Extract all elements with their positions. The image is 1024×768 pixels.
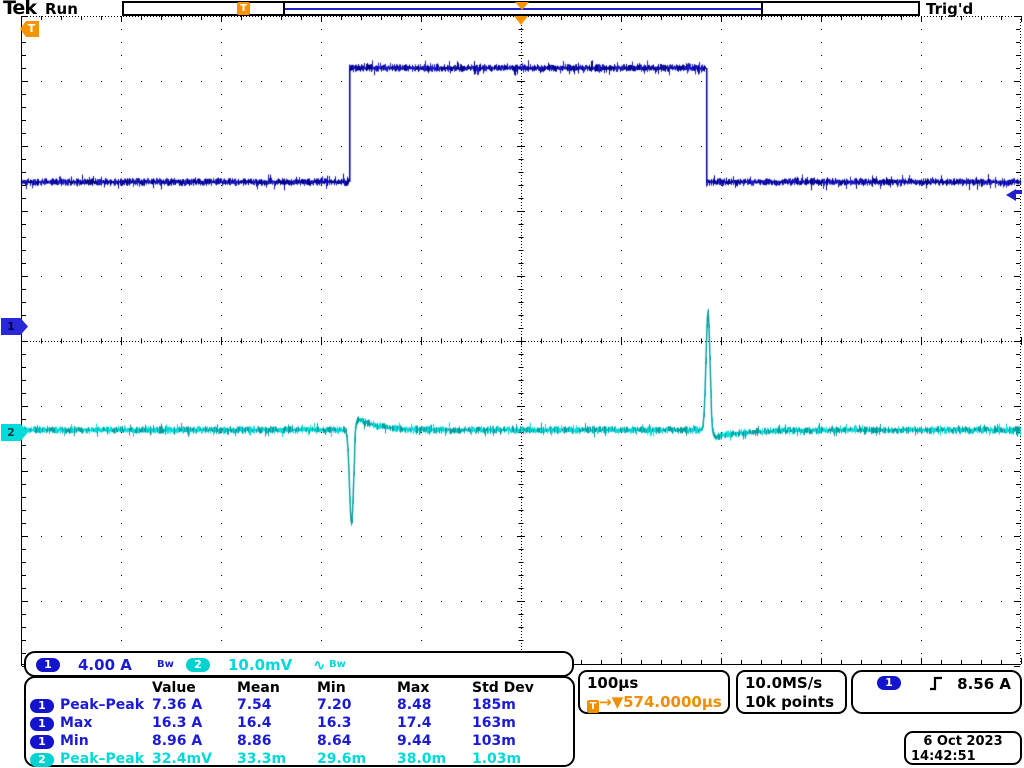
time-readout: 14:42:51: [906, 749, 1020, 764]
meas-cell-max: 9.44: [397, 733, 472, 751]
tek-logo: Tek: [3, 0, 36, 19]
measurement-grid: Value Mean Min Max Std Dev 1Peak–Peak7.3…: [26, 678, 573, 768]
meas-cell-std: 1.03m: [472, 751, 573, 768]
channel1-badge: 1: [36, 658, 60, 672]
acquisition-status: Run: [45, 0, 78, 18]
trigger-level-value: 8.56 A: [957, 675, 1011, 693]
delay-arrow-icon: →▼: [599, 693, 623, 711]
delay-value: 574.0000µs: [623, 693, 722, 711]
channel2-badge: 2: [186, 658, 210, 672]
meas-cell-mean: 8.86: [237, 733, 317, 751]
trigger-source-badge: 1: [877, 676, 901, 690]
channel2-bandwidth-icon: Bw: [329, 659, 346, 670]
record-length: 10k points: [745, 693, 834, 711]
meas-cell-name: Min: [60, 733, 152, 751]
expansion-point-icon: [514, 16, 528, 25]
meas-cell-name: Peak–Peak: [60, 697, 152, 715]
channel1-scale: 4.00 A: [78, 656, 132, 674]
record-expansion-point-icon: [515, 2, 529, 10]
record-trigger-position-icon: T: [237, 2, 250, 15]
meas-cell-min: 7.20: [317, 697, 397, 715]
meas-cell-value: 8.96 A: [152, 733, 237, 751]
meas-header-mean: Mean: [237, 680, 317, 697]
meas-cell-min: 29.6m: [317, 751, 397, 768]
meas-row-channel-badge: 2: [30, 751, 60, 768]
measurement-table: Value Mean Min Max Std Dev 1Peak–Peak7.3…: [24, 676, 575, 767]
meas-cell-mean: 16.4: [237, 715, 317, 733]
trigger-level-arrow-icon: [1006, 186, 1016, 205]
meas-cell-std: 103m: [472, 733, 573, 751]
timebase-scale: 100µs: [587, 674, 638, 692]
rising-edge-icon: [929, 675, 943, 696]
meas-cell-value: 32.4mV: [152, 751, 237, 768]
acquisition-readout-box: 10.0MS/s 10k points: [736, 670, 847, 714]
oscilloscope-screen: Tek Run Trig'd T T 1 2 1 4.00 A Bw 2 10.…: [0, 0, 1024, 768]
meas-header-value: Value: [152, 680, 237, 697]
meas-cell-std: 163m: [472, 715, 573, 733]
meas-cell-name: Max: [60, 715, 152, 733]
meas-cell-max: 17.4: [397, 715, 472, 733]
record-window-right-bracket: [761, 3, 763, 14]
meas-cell-mean: 7.54: [237, 697, 317, 715]
meas-cell-value: 16.3 A: [152, 715, 237, 733]
sample-rate: 10.0MS/s: [745, 674, 822, 692]
record-view-bar: T: [122, 1, 920, 16]
meas-header-min: Min: [317, 680, 397, 697]
meas-cell-max: 8.48: [397, 697, 472, 715]
horizontal-readout-box: 100µs T→▼574.0000µs: [578, 670, 730, 714]
datetime-box: 6 Oct 2023 14:42:51: [904, 731, 1022, 765]
meas-header-spacer: [30, 680, 60, 697]
channel2-scale: 10.0mV: [228, 656, 292, 674]
meas-header-stddev: Std Dev: [472, 680, 573, 697]
channel2-ac-coupling-icon: ∿: [313, 656, 326, 674]
meas-header-spacer: [60, 680, 152, 697]
meas-cell-min: 8.64: [317, 733, 397, 751]
trigger-t-icon: T: [587, 700, 599, 713]
channel-readout-bar: 1 4.00 A Bw 2 10.0mV ∿ Bw: [24, 651, 574, 677]
date-readout: 6 Oct 2023: [906, 733, 1020, 749]
meas-cell-value: 7.36 A: [152, 697, 237, 715]
meas-row-channel-badge: 1: [30, 733, 60, 751]
meas-cell-max: 38.0m: [397, 751, 472, 768]
meas-cell-std: 185m: [472, 697, 573, 715]
meas-cell-name: Peak–Peak: [60, 751, 152, 768]
meas-header-max: Max: [397, 680, 472, 697]
trigger-readout-box: 1 8.56 A: [851, 670, 1022, 714]
meas-row-channel-badge: 1: [30, 715, 60, 733]
horizontal-delay-readout: T→▼574.0000µs: [587, 693, 722, 713]
meas-row-channel-badge: 1: [30, 697, 60, 715]
meas-cell-min: 16.3: [317, 715, 397, 733]
trigger-status: Trig'd: [926, 0, 973, 18]
channel1-bandwidth-icon: Bw: [157, 659, 174, 670]
meas-cell-mean: 33.3m: [237, 751, 317, 768]
